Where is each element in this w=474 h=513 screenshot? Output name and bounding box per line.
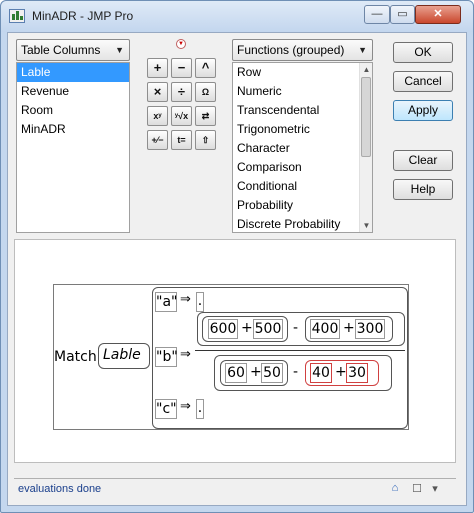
plus-minus-button[interactable]: +⁄− [147, 130, 168, 150]
function-item[interactable]: Transcendental [233, 101, 372, 120]
root-button[interactable]: ʸ√x [171, 106, 192, 126]
checkbox-icon[interactable]: ☐ [410, 482, 424, 495]
dropdown-arrow-icon: ▼ [358, 45, 367, 55]
assign-button[interactable]: Ω [195, 82, 216, 102]
help-button[interactable]: Help [393, 179, 453, 200]
function-item[interactable]: Probability [233, 196, 372, 215]
functions-list[interactable]: Row Numeric Transcendental Trigonometric… [232, 62, 373, 233]
plus-operator: + [343, 320, 355, 336]
ok-button[interactable]: OK [393, 42, 453, 63]
power-button[interactable]: xʸ [147, 106, 168, 126]
case-arrow-icon: ⇒ [180, 399, 191, 414]
clear-button[interactable]: Clear [393, 150, 453, 171]
local-assign-button[interactable]: t= [171, 130, 192, 150]
jmp-app-icon [9, 9, 25, 23]
formula-editor-window: MinADR - JMP Pro — ▭ ✕ Table Columns ▼ L… [0, 0, 474, 513]
denominator-value-30[interactable]: 30 [346, 363, 368, 383]
formula-editor-area[interactable]: Match Lable "a" ⇒ . "b" ⇒ 600 + 500 - 40… [14, 239, 456, 463]
case-key-b[interactable]: "b" [155, 347, 178, 367]
scroll-thumb[interactable] [361, 77, 371, 157]
keypad-menu-icon[interactable]: ▼ [176, 39, 186, 49]
denominator-value-60[interactable]: 60 [225, 363, 247, 383]
match-argument-box[interactable]: Lable [98, 343, 150, 369]
column-item-room[interactable]: Room [17, 101, 129, 120]
function-item[interactable]: Row [233, 63, 372, 82]
denominator-value-50[interactable]: 50 [261, 363, 283, 383]
functions-scrollbar[interactable]: ▲ ▼ [359, 63, 372, 232]
menu-icon[interactable]: ▾ [428, 482, 442, 495]
editor-client-area: Table Columns ▼ Lable Revenue Room MinAD… [7, 32, 467, 506]
function-item[interactable]: Character [233, 139, 372, 158]
maximize-button[interactable]: ▭ [390, 5, 415, 24]
home-icon[interactable]: ⌂ [388, 482, 402, 494]
swap-button[interactable]: ⇄ [195, 106, 216, 126]
plus-operator: + [250, 364, 262, 380]
functions-dropdown[interactable]: Functions (grouped) ▼ [232, 39, 373, 61]
minus-operator: - [293, 364, 299, 380]
status-text: evaluations done [18, 483, 102, 495]
function-item[interactable]: Trigonometric [233, 120, 372, 139]
raise-button[interactable]: ^ [195, 58, 216, 78]
numerator-value-500[interactable]: 500 [253, 319, 283, 339]
scroll-up-icon[interactable]: ▲ [360, 63, 372, 76]
numerator-value-600[interactable]: 600 [208, 319, 238, 339]
table-columns-label: Table Columns [21, 43, 101, 57]
function-item[interactable]: Numeric [233, 82, 372, 101]
column-item-lable[interactable]: Lable [17, 63, 129, 82]
column-item-revenue[interactable]: Revenue [17, 82, 129, 101]
scroll-down-icon[interactable]: ▼ [360, 219, 372, 232]
function-item[interactable]: Discrete Probability [233, 215, 372, 232]
case-result-a[interactable]: . [196, 292, 204, 312]
plus-operator: + [241, 320, 253, 336]
window-title: MinADR - JMP Pro [32, 9, 134, 23]
divide-button[interactable]: ÷ [171, 82, 192, 102]
minimize-button[interactable]: — [364, 5, 390, 24]
status-bar: evaluations done ⌂ ☐ ▾ [14, 478, 456, 500]
close-button[interactable]: ✕ [415, 5, 461, 24]
match-argument[interactable]: Lable [103, 347, 141, 363]
case-result-c[interactable]: . [196, 399, 204, 419]
title-bar[interactable]: MinADR - JMP Pro — ▭ ✕ [1, 1, 473, 32]
match-function-label[interactable]: Match [54, 349, 97, 365]
column-item-minadr[interactable]: MinADR [17, 120, 129, 139]
minus-operator: - [293, 320, 299, 336]
functions-label: Functions (grouped) [237, 43, 345, 57]
dropdown-arrow-icon: ▼ [115, 45, 124, 55]
cancel-button[interactable]: Cancel [393, 71, 453, 92]
numerator-value-400[interactable]: 400 [310, 319, 340, 339]
apply-button[interactable]: Apply [393, 100, 453, 121]
plus-operator: + [335, 364, 347, 380]
function-item[interactable]: Conditional [233, 177, 372, 196]
fraction-bar [195, 350, 405, 351]
denominator-value-40[interactable]: 40 [310, 363, 332, 383]
function-item[interactable]: Comparison [233, 158, 372, 177]
columns-list[interactable]: Lable Revenue Room MinADR [16, 62, 130, 233]
case-key-a[interactable]: "a" [155, 292, 177, 312]
case-arrow-icon: ⇒ [180, 292, 191, 307]
shift-button[interactable]: ⇧ [195, 130, 216, 150]
minus-button[interactable]: − [171, 58, 192, 78]
plus-button[interactable]: + [147, 58, 168, 78]
multiply-button[interactable]: × [147, 82, 168, 102]
case-key-c[interactable]: "c" [155, 399, 177, 419]
case-arrow-icon: ⇒ [180, 347, 191, 362]
numerator-value-300[interactable]: 300 [355, 319, 385, 339]
formula-expression[interactable]: Match Lable "a" ⇒ . "b" ⇒ 600 + 500 - 40… [53, 284, 409, 430]
table-columns-dropdown[interactable]: Table Columns ▼ [16, 39, 130, 61]
